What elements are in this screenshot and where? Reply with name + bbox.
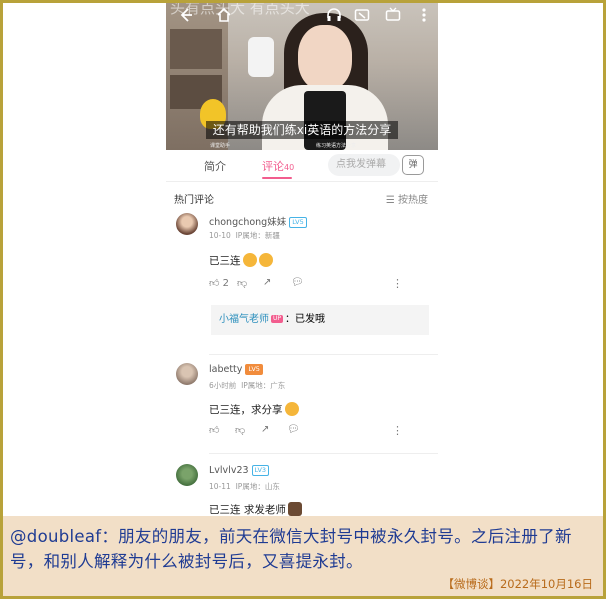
comment-text: 已三连，求分享 <box>209 402 299 417</box>
comment-text-body: 已三连 求发老师 <box>209 504 286 516</box>
comment-date: 10-10 <box>209 231 231 240</box>
tv-icon[interactable] <box>383 7 403 27</box>
username-text: Lvlvlv23 <box>209 465 249 476</box>
video-subtitle: 还有帮助我们练xi英语的方法分享 <box>206 121 398 139</box>
reply-button[interactable]: 💬︎ <box>287 424 300 435</box>
video-tabs: 简介 评论40 点我发弹幕 弹 <box>166 150 438 182</box>
level-badge: LV5 <box>289 217 307 228</box>
like-button[interactable]: 👍︎ 2 <box>209 277 229 289</box>
thumb-down-icon: 👎︎ <box>235 425 246 436</box>
like-button[interactable]: 👍︎ <box>209 424 219 436</box>
tab-comments[interactable]: 评论40 <box>262 158 294 174</box>
caption-text: @doubleaf：朋友的朋友，前天在微信大封号中被永久封号。之后注册了新号，和… <box>10 527 572 571</box>
avatar[interactable] <box>176 213 198 235</box>
up-badge: UP <box>271 315 284 323</box>
username-text: chongchong妹妹 <box>209 217 287 228</box>
emoji-icon <box>284 402 299 416</box>
more-icon[interactable]: ⋮ <box>392 424 403 437</box>
video-caption-right: 练习英语方法分享 <box>316 143 357 149</box>
dislike-button[interactable]: 👎︎ <box>235 424 245 436</box>
reply-text: ：已发哦 <box>285 314 326 325</box>
comment-icon: 💬︎ <box>287 424 300 435</box>
video-presenter-face <box>298 25 352 91</box>
comment-actions: 👍︎ 👎︎ ↗ 💬︎ ⋮ <box>209 424 419 438</box>
avatar[interactable] <box>176 464 198 486</box>
comments-count: 40 <box>284 163 295 172</box>
caption-box: @doubleaf：朋友的朋友，前天在微信大封号中被永久封号。之后注册了新号，和… <box>3 516 603 596</box>
comment-date: 6小时前 <box>209 381 237 390</box>
comment-username[interactable]: labetty LV5 <box>209 364 263 375</box>
thumb-up-icon: 👍︎ <box>209 425 220 436</box>
thumb-down-icon: 👎︎ <box>237 278 248 289</box>
divider <box>209 453 438 454</box>
comment-text-body: 已三连，求分享 <box>209 404 283 416</box>
reply-preview[interactable]: 小福气老师 UP ：已发哦 <box>211 305 429 335</box>
tab-active-indicator <box>262 177 292 179</box>
reply-button[interactable]: 💬︎ <box>291 277 304 288</box>
level-badge: LV5 <box>245 364 263 375</box>
share-button[interactable]: ↗ <box>261 424 269 435</box>
phone-screen: 头有点头大 有点头大 还有帮助我们练xi英语的方法分享 课堂助手 练习英语方法分… <box>166 3 438 516</box>
back-icon[interactable] <box>176 7 196 27</box>
teacher-emoji-icon <box>287 502 302 516</box>
comment-username[interactable]: chongchong妹妹 LV5 <box>209 214 307 228</box>
video-shelf-top <box>170 29 222 69</box>
home-icon[interactable] <box>214 7 234 27</box>
video-caption-left: 课堂助手 <box>210 143 231 149</box>
comment-ip: IP属地：新疆 <box>235 231 280 240</box>
emoji-icon <box>258 253 273 267</box>
comment-username[interactable]: Lvlvlv23 LV3 <box>209 465 270 476</box>
sort-icon: ☰ <box>385 195 398 206</box>
cast-icon[interactable] <box>352 7 372 27</box>
divider <box>209 354 438 355</box>
comment-icon: 💬︎ <box>291 277 304 288</box>
tab-comments-label: 评论 <box>262 160 284 173</box>
video-robot-toy <box>248 37 274 77</box>
video-player[interactable]: 头有点头大 有点头大 还有帮助我们练xi英语的方法分享 课堂助手 练习英语方法分… <box>166 3 438 150</box>
like-count: 2 <box>222 278 230 289</box>
more-icon[interactable]: ⋮ <box>392 277 403 290</box>
comment-actions: 👍︎ 2 👎︎ ↗ 💬︎ ⋮ <box>209 277 419 291</box>
comment-meta: 10-11 IP属地：山东 <box>209 481 280 492</box>
comment-ip: IP属地：山东 <box>235 482 280 491</box>
danmu-toggle-button[interactable]: 弹 <box>402 155 424 175</box>
level-badge: LV3 <box>251 465 270 476</box>
headphone-icon[interactable] <box>324 7 344 27</box>
comment-date: 10-11 <box>209 482 231 491</box>
hot-comments-title: 热门评论 <box>174 195 214 206</box>
share-icon: ↗ <box>261 424 270 435</box>
thumb-up-icon: 👍︎ <box>209 278 220 289</box>
sort-label: 按热度 <box>398 195 428 206</box>
tab-intro[interactable]: 简介 <box>204 158 226 174</box>
comment-meta: 6小时前 IP属地：广东 <box>209 380 285 391</box>
dislike-button[interactable]: 👎︎ <box>237 277 247 289</box>
share-icon: ↗ <box>263 277 272 288</box>
reply-author[interactable]: 小福气老师 <box>219 314 269 325</box>
danmu-input[interactable]: 点我发弹幕 <box>328 154 400 176</box>
video-top-bar <box>166 7 438 27</box>
comment-ip: IP属地：广东 <box>241 381 286 390</box>
comment-meta: 10-10 IP属地：新疆 <box>209 230 280 241</box>
comment-text-body: 已三连 <box>209 255 241 267</box>
comment-text: 已三连 求发老师 <box>209 502 302 516</box>
sort-button[interactable]: ☰ 按热度 <box>386 191 428 206</box>
comment-text: 已三连 <box>209 253 273 268</box>
share-button[interactable]: ↗ <box>263 277 271 288</box>
username-text: labetty <box>209 364 243 375</box>
caption-source: 【微博谈】2022年10月16日 <box>442 577 593 591</box>
more-vert-icon[interactable] <box>414 7 434 27</box>
emoji-icon <box>242 253 257 267</box>
avatar[interactable] <box>176 363 198 385</box>
